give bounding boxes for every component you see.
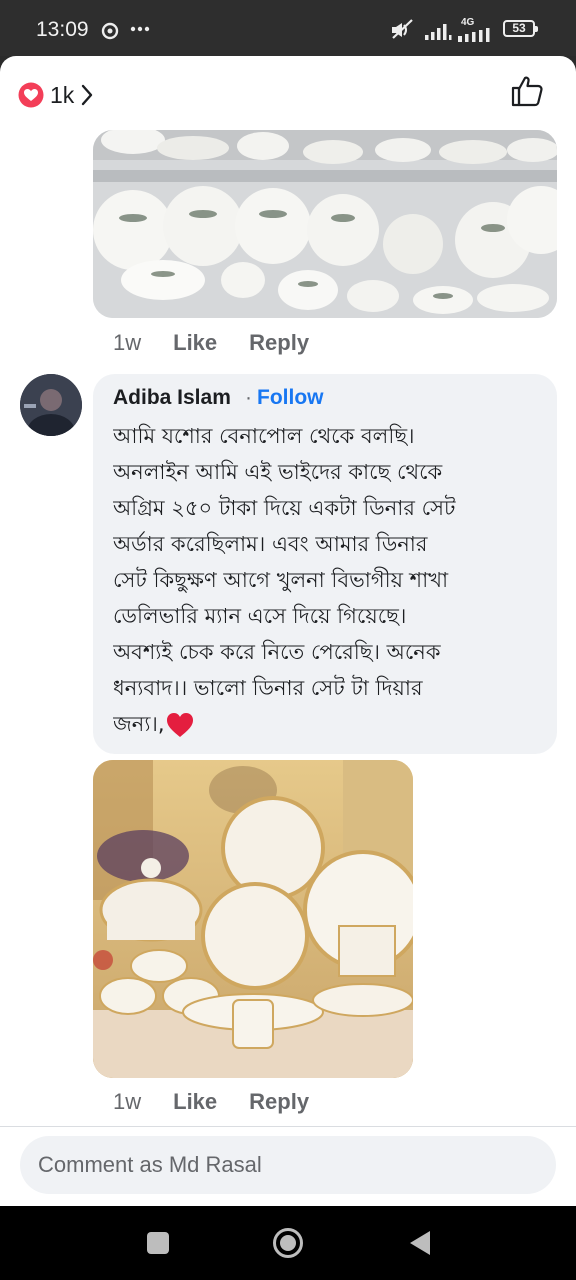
reply-button[interactable]: Reply — [249, 330, 309, 356]
comment-bubble: Adiba Islam · Follow আমি যশোর বেনাপোল থে… — [93, 374, 557, 754]
comment-photo-gold-rim-dinner-set[interactable] — [93, 760, 413, 1078]
status-bar: 13:09 4G 53 — [0, 0, 576, 56]
comment-line: ধন্যবাদ।। ভালো ডিনার সেট টা দিয়ার — [113, 676, 423, 700]
comment-line: অগ্রিম ২৫০ টাকা দিয়ে একটা ডিনার সেট — [113, 496, 456, 520]
comment-line: সেট কিছুক্ষণ আগে খুলনা বিভাগীয় শাখা — [113, 568, 449, 592]
comments-sheet: 1k 1w Like Reply Adiba Islam · Follow আম… — [0, 56, 576, 1206]
signal-4g-icon — [458, 28, 490, 42]
chevron-right-icon — [82, 84, 93, 106]
reply-button[interactable]: Reply — [249, 1089, 309, 1115]
comment-input[interactable] — [20, 1136, 556, 1194]
comment-actions: 1w Like Reply — [113, 330, 341, 356]
comment-line: আমি যশোর বেনাপোল থেকে বলছি। — [113, 424, 415, 448]
back-button[interactable] — [390, 1206, 450, 1280]
avatar[interactable] — [20, 374, 82, 436]
recents-button[interactable] — [128, 1206, 188, 1280]
sync-icon — [101, 22, 119, 40]
status-time: 13:09 — [36, 18, 89, 41]
comment-author[interactable]: Adiba Islam — [113, 386, 231, 410]
comment-actions: 1w Like Reply — [113, 1089, 341, 1115]
battery-indicator: 53 — [503, 20, 538, 37]
comment-line: ডেলিভারি ম্যান এসে দিয়ে গিয়েছে। — [113, 604, 407, 628]
heart-icon — [18, 82, 44, 108]
back-icon — [410, 1231, 430, 1255]
signal-icon — [425, 24, 452, 40]
comment-composer[interactable] — [20, 1136, 556, 1194]
like-button[interactable]: Like — [173, 330, 217, 356]
comment-time: 1w — [113, 330, 142, 355]
home-button[interactable] — [256, 1206, 320, 1280]
reaction-count: 1k — [50, 81, 75, 108]
more-notifications-icon — [130, 26, 150, 32]
system-nav-bar — [0, 1206, 576, 1280]
comment-text: আমি যশোর বেনাপোল থেকে বলছি। অনলাইন আমি এ… — [113, 418, 543, 742]
comment-photo-dinner-set-display[interactable] — [93, 130, 557, 318]
comment-line: জন্য।, — [113, 712, 165, 736]
like-button[interactable]: Like — [173, 1089, 217, 1115]
recents-icon — [147, 1232, 169, 1254]
home-icon — [273, 1228, 303, 1258]
network-type: 4G — [461, 17, 475, 28]
reactions-summary[interactable]: 1k — [18, 78, 94, 112]
comment-line: অর্ডার করেছিলাম। এবং আমার ডিনার — [113, 532, 428, 556]
comment-line: অবশ্যই চেক করে নিতে পেরেছি। অনেক — [113, 640, 441, 664]
divider — [0, 1126, 576, 1127]
battery-level: 53 — [512, 21, 526, 35]
thumbs-up-icon[interactable] — [510, 74, 544, 108]
red-heart-emoji-icon — [166, 713, 193, 737]
comment-last-line: জন্য।, — [113, 706, 543, 742]
comment-line: অনলাইন আমি এই ভাইদের কাছে থেকে — [113, 460, 443, 484]
follow-button[interactable]: Follow — [257, 386, 324, 410]
comment-time: 1w — [113, 1089, 142, 1114]
mute-icon — [392, 19, 413, 39]
separator-dot: · — [245, 386, 252, 409]
